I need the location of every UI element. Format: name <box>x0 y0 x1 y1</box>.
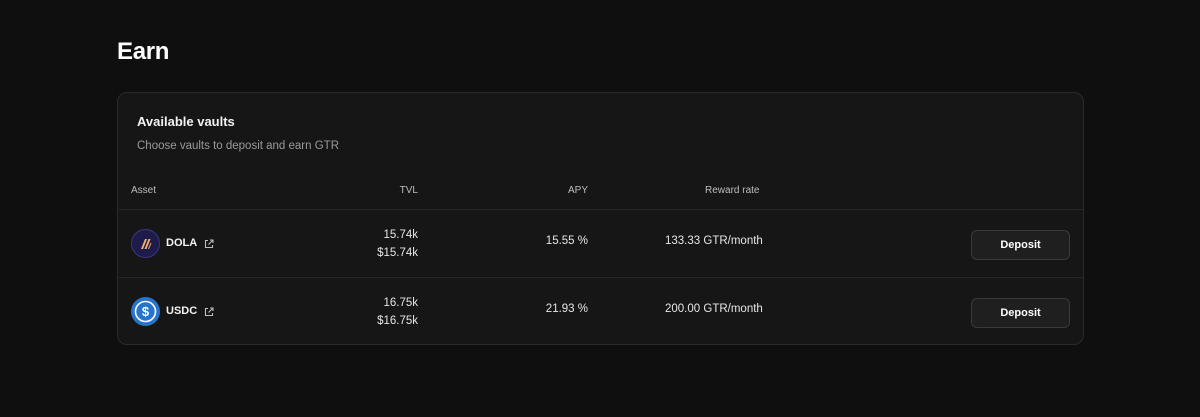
column-header-asset: Asset <box>131 185 157 196</box>
apy-value: 21.93 % <box>545 303 588 315</box>
reward-rate-value: 133.33 GTR/month <box>665 235 763 247</box>
svg-text:$: $ <box>142 304 150 319</box>
tvl-amount: 15.74k <box>383 229 418 241</box>
external-link-icon[interactable] <box>203 237 215 249</box>
table-row: DOLA 15.74k $15.74k 15.55 % 133.33 GTR/m… <box>118 210 1083 277</box>
vaults-card: Available vaults Choose vaults to deposi… <box>117 92 1084 345</box>
asset-name: DOLA <box>166 237 198 249</box>
column-header-tvl: TVL <box>399 185 418 196</box>
dola-token-icon <box>131 229 160 258</box>
column-header-reward-rate: Reward rate <box>705 185 760 196</box>
column-header-apy: APY <box>567 185 588 196</box>
tvl-usd: $15.74k <box>377 247 418 259</box>
reward-rate-value: 200.00 GTR/month <box>665 303 763 315</box>
deposit-button[interactable]: Deposit <box>971 230 1070 260</box>
asset-name: USDC <box>166 305 198 317</box>
page-title: Earn <box>117 38 170 65</box>
tvl-usd: $16.75k <box>377 315 418 327</box>
tvl-amount: 16.75k <box>383 297 418 309</box>
usdc-token-icon: $ <box>131 297 160 326</box>
vaults-title: Available vaults <box>137 114 235 129</box>
table-row: $ USDC 16.75k $16.75k 21.93 % 200.00 GTR… <box>118 278 1083 345</box>
earn-page: Earn Available vaults Choose vaults to d… <box>0 0 1200 417</box>
apy-value: 15.55 % <box>545 235 588 247</box>
vaults-subtitle: Choose vaults to deposit and earn GTR <box>137 140 340 152</box>
external-link-icon[interactable] <box>203 305 215 317</box>
deposit-button[interactable]: Deposit <box>971 298 1070 328</box>
